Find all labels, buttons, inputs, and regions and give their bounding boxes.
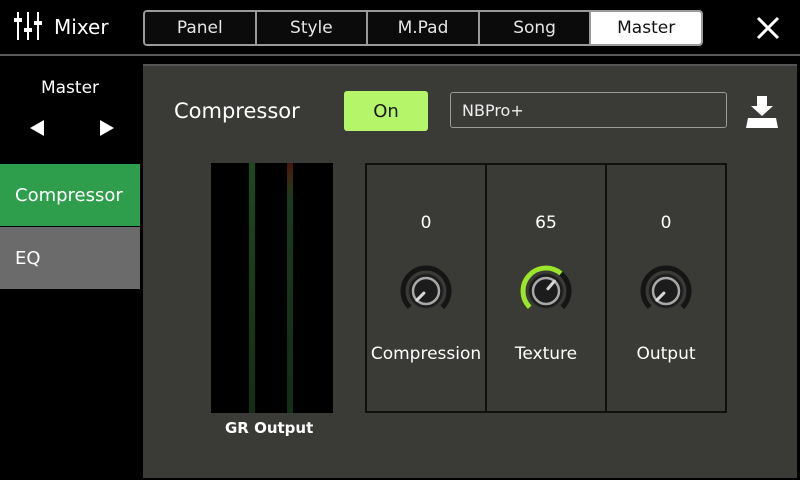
prev-button[interactable] bbox=[24, 116, 50, 140]
knob-value-output: 0 bbox=[660, 213, 672, 233]
triangle-left-icon bbox=[30, 120, 44, 136]
knob-cell-compression: 0 Compression bbox=[367, 165, 487, 411]
next-button[interactable] bbox=[94, 116, 120, 140]
knob-value-texture: 65 bbox=[535, 213, 557, 233]
section-label: Master bbox=[40, 78, 100, 98]
tab-song[interactable]: Song bbox=[479, 12, 592, 44]
close-icon[interactable] bbox=[752, 12, 784, 44]
sidebar: Master Compressor EQ bbox=[0, 56, 140, 480]
knob-label-compression: Compression bbox=[370, 344, 482, 364]
tab-bar: Panel Style M.Pad Song Master bbox=[143, 10, 703, 46]
top-bar: Mixer Panel Style M.Pad Song Master bbox=[0, 0, 800, 56]
sidebar-item-compressor[interactable]: Compressor bbox=[0, 164, 140, 226]
gr-meter-bar bbox=[249, 163, 255, 413]
panel-title: Compressor bbox=[174, 99, 300, 123]
save-download-icon[interactable] bbox=[744, 94, 780, 132]
output-knob[interactable] bbox=[640, 265, 692, 317]
tab-master[interactable]: Master bbox=[591, 12, 701, 44]
tab-mpad[interactable]: M.Pad bbox=[368, 12, 480, 44]
knob-group: 0 Compression 65 Texture 0 Output bbox=[365, 163, 727, 413]
on-toggle-button[interactable]: On bbox=[344, 91, 428, 131]
knob-label-texture: Texture bbox=[514, 344, 578, 364]
triangle-right-icon bbox=[100, 120, 114, 136]
knob-cell-texture: 65 Texture bbox=[487, 165, 607, 411]
knob-label-output: Output bbox=[636, 344, 696, 364]
knob-value-compression: 0 bbox=[420, 213, 432, 233]
meter-label: GR Output bbox=[225, 419, 314, 437]
compression-knob[interactable] bbox=[400, 265, 452, 317]
sidebar-item-eq[interactable]: EQ bbox=[0, 227, 140, 289]
compressor-panel: Compressor On NBPro+ GR Output 0 Compres… bbox=[143, 64, 797, 478]
level-meter bbox=[211, 163, 333, 413]
knob-cell-output: 0 Output bbox=[607, 165, 725, 411]
compressor-type-field[interactable]: NBPro+ bbox=[450, 92, 727, 128]
mixer-sliders-icon bbox=[14, 12, 42, 40]
tab-style[interactable]: Style bbox=[256, 12, 369, 44]
app-title: Mixer bbox=[54, 15, 109, 39]
texture-knob[interactable] bbox=[520, 265, 572, 317]
tab-panel[interactable]: Panel bbox=[145, 12, 257, 44]
output-meter-bar bbox=[287, 163, 293, 413]
